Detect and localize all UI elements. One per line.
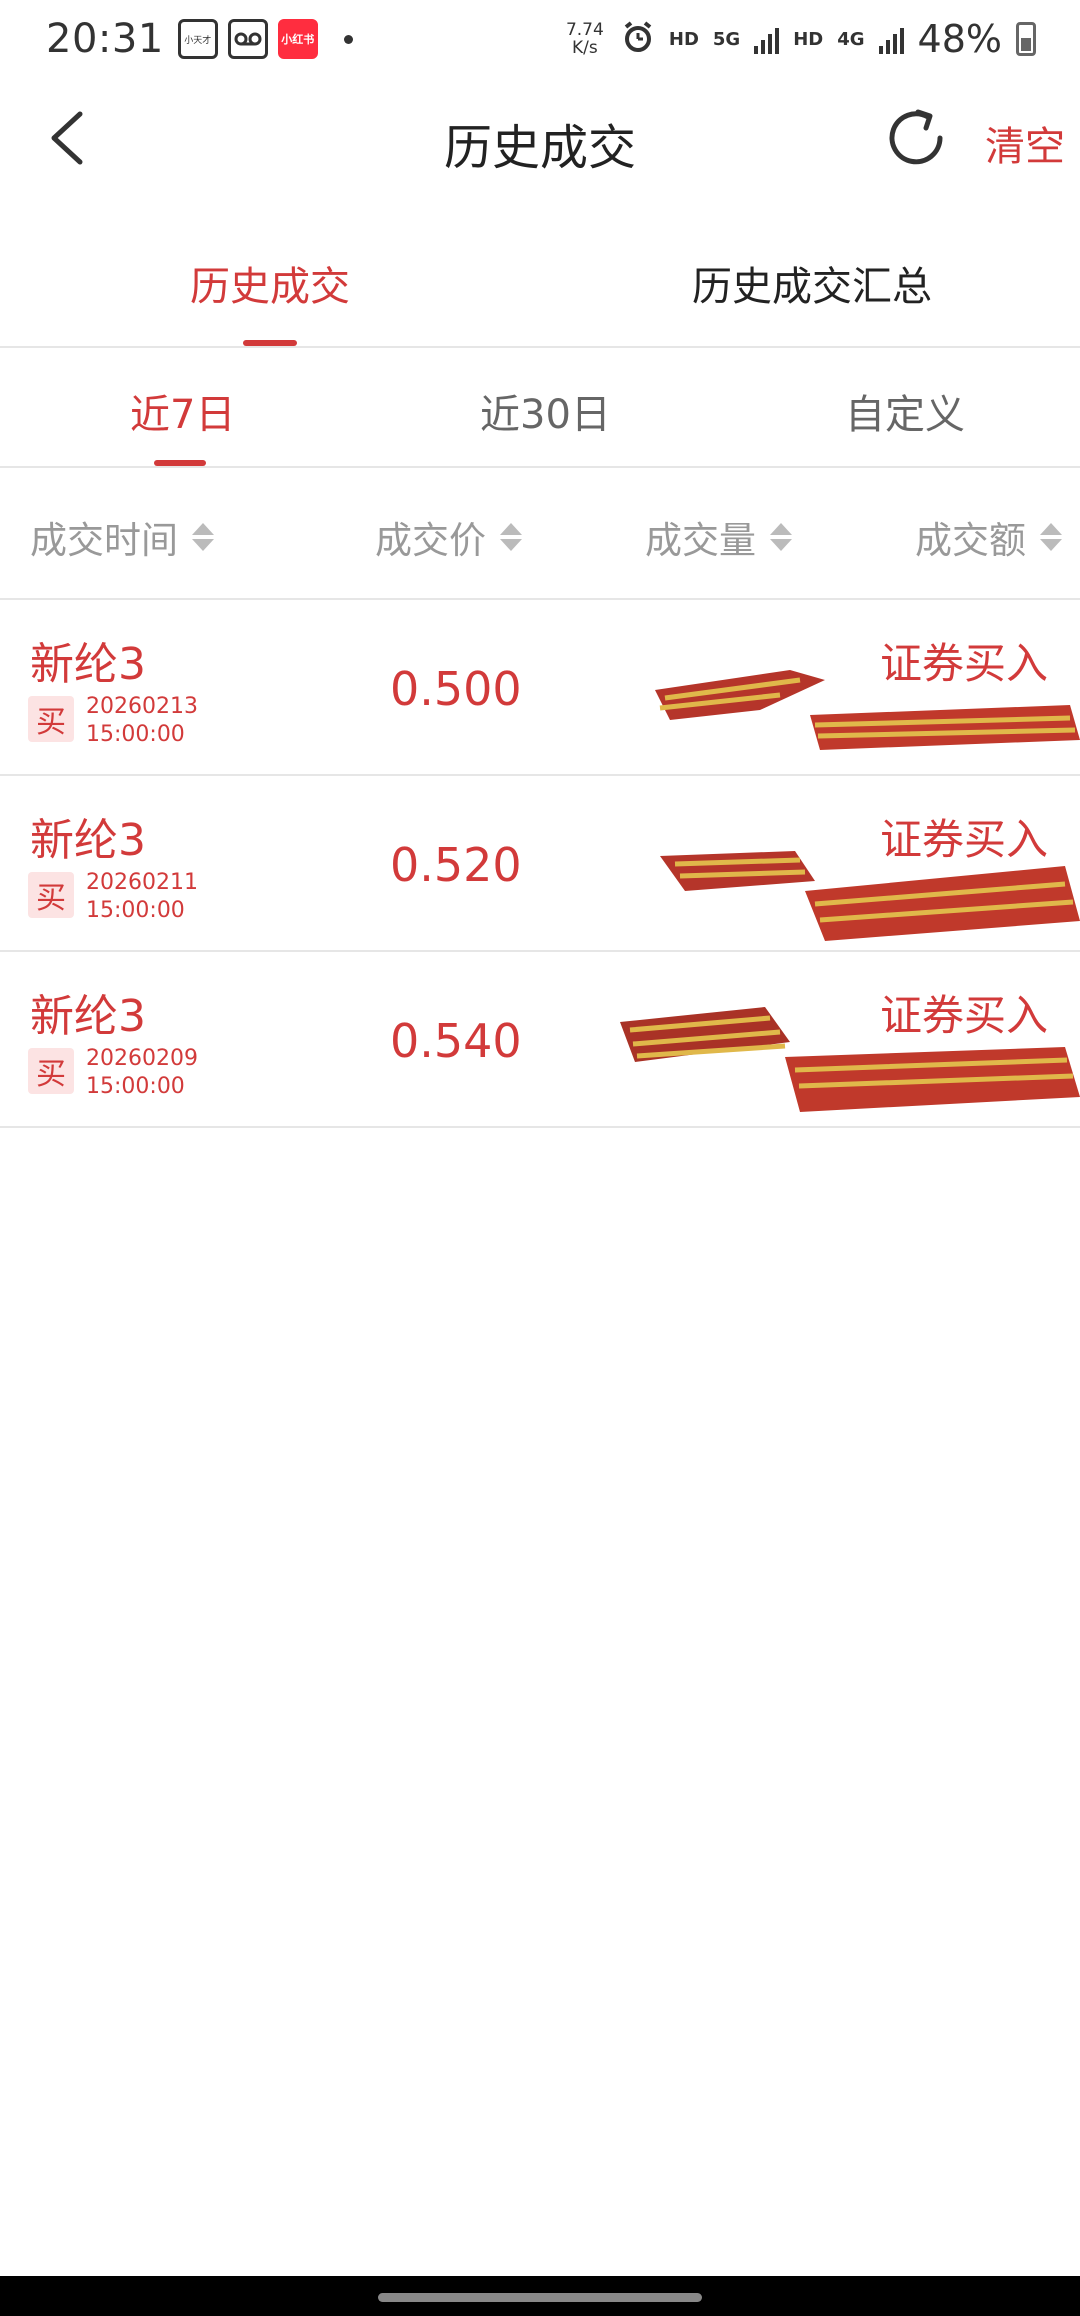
sort-icon [770,523,792,551]
status-bar: 20:31 小天才 小红书 7.74 K/s HD 5G HD 4G 48% [0,0,1080,78]
column-header-volume[interactable]: 成交量 [645,510,792,564]
trade-date: 20260213 [86,694,198,719]
table-row[interactable]: 新纶3 买 20260213 15:00:00 0.500 证券买入 [0,600,1080,776]
main-tab-indicator [243,340,297,346]
sort-icon [192,523,214,551]
trade-date: 20260211 [86,870,198,895]
buy-badge: 买 [28,872,74,918]
nav-bar: 历史成交 清空 [0,78,1080,198]
redaction-scribble [660,851,1080,941]
battery-percent: 48% [917,17,1002,61]
voicemail-icon [227,19,268,59]
trade-time: 15:00:00 [86,1074,185,1099]
home-indicator[interactable] [378,2293,702,2302]
xiaohongshu-app-icon: 小红书 [277,19,318,59]
column-header-time[interactable]: 成交时间 [30,510,214,564]
stock-name: 新纶3 [30,991,146,1042]
network-speed: 7.74 K/s [565,20,604,58]
sort-icon [1040,523,1062,551]
trade-time: 15:00:00 [86,722,185,747]
tab-history-summary[interactable]: 历史成交汇总 [692,254,932,312]
4g-indicator: 4G [837,28,865,50]
redaction-scribble [655,670,1080,750]
refresh-button[interactable] [880,102,952,174]
sort-icon [500,523,522,551]
tab-history-trades[interactable]: 历史成交 [190,254,350,312]
table-row[interactable]: 新纶3 买 20260209 15:00:00 0.540 证券买入 [0,952,1080,1128]
trade-price: 0.500 [390,662,522,716]
redaction-scribble [620,1007,1080,1112]
signal-icon-1 [754,24,780,54]
notification-icons: 小天才 小红书 [177,19,353,59]
5g-indicator: 5G [712,28,741,50]
gesture-nav-bar [0,2276,1080,2316]
trade-price: 0.540 [390,1014,522,1068]
tab-30-days[interactable]: 近30日 [480,382,611,440]
status-time: 20:31 [46,16,164,62]
buy-badge: 买 [28,1048,74,1094]
hd-indicator-2: HD [793,28,824,50]
clear-button[interactable]: 清空 [985,114,1065,172]
battery-icon [1016,22,1036,56]
signal-icon-2 [878,24,904,54]
buy-badge: 买 [28,696,74,742]
trade-date: 20260209 [86,1046,198,1071]
trade-price: 0.520 [390,838,522,892]
alarm-icon [621,20,655,58]
stock-name: 新纶3 [30,815,146,866]
column-header-price[interactable]: 成交价 [375,510,522,564]
refresh-icon [889,109,943,165]
column-header-amount[interactable]: 成交额 [915,510,1062,564]
period-tab-indicator [154,460,206,466]
watch-app-icon: 小天才 [177,19,218,59]
tab-7-days[interactable]: 近7日 [130,382,235,440]
tab-custom[interactable]: 自定义 [845,382,965,440]
stock-name: 新纶3 [30,639,146,690]
period-tabs: 近7日 近30日 自定义 [0,348,1080,468]
more-notifications-dot [343,34,353,44]
hd-indicator-1: HD [668,28,699,50]
table-header: 成交时间 成交价 成交量 成交额 [0,468,1080,600]
main-tabs: 历史成交 历史成交汇总 [0,214,1080,348]
system-indicators: 7.74 K/s HD 5G HD 4G 48% [563,17,1036,61]
table-row[interactable]: 新纶3 买 20260211 15:00:00 0.520 证券买入 [0,776,1080,952]
trade-time: 15:00:00 [86,898,185,923]
